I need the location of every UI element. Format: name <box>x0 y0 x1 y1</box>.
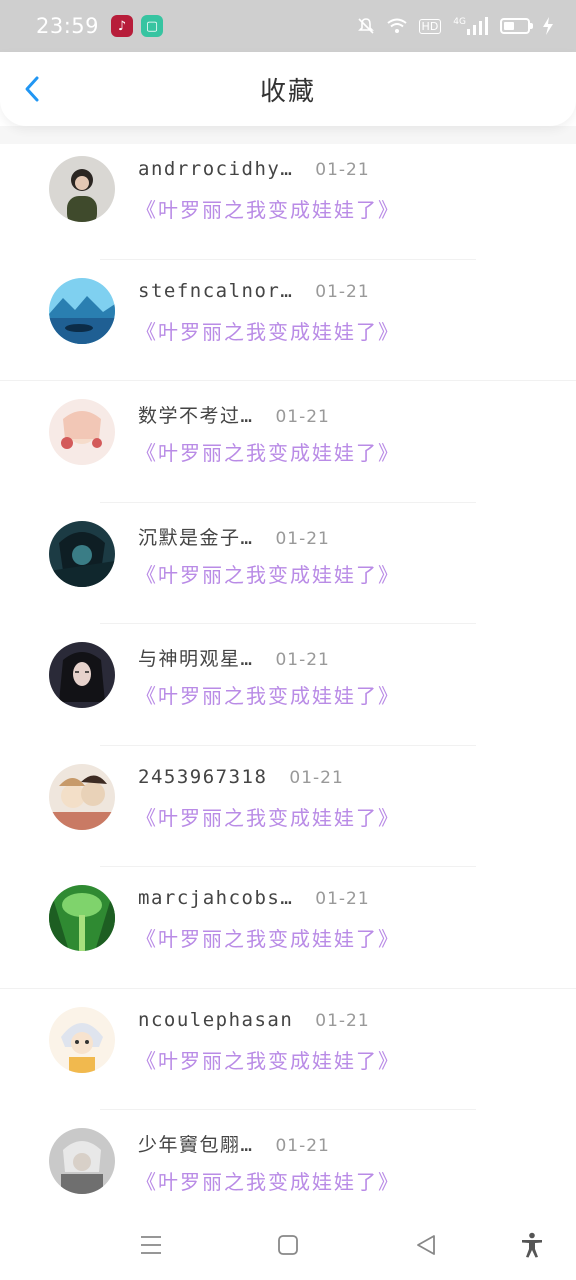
avatar[interactable] <box>49 642 115 708</box>
book-title[interactable]: 《叶罗丽之我变成娃娃了》 <box>136 437 400 466</box>
avatar[interactable] <box>49 1128 115 1194</box>
avatar[interactable] <box>49 156 115 222</box>
header-divider <box>0 126 576 144</box>
date-label: 01-21 <box>275 528 330 549</box>
mute-icon <box>357 17 375 35</box>
divider <box>100 258 476 260</box>
divider <box>0 380 576 381</box>
date-label: 01-21 <box>315 1010 370 1031</box>
user-name: 沉默是金子… <box>138 526 254 549</box>
divider <box>100 501 476 503</box>
list-item[interactable]: marcjahcobs… 01-21 《叶罗丽之我变成娃娃了》 <box>0 873 576 995</box>
avatar[interactable] <box>49 763 115 830</box>
charging-icon <box>542 17 554 35</box>
back-button[interactable] <box>18 74 48 104</box>
back-triangle-icon <box>417 1235 435 1255</box>
user-name: 数学不考过… <box>138 405 254 427</box>
user-name: marcjahcobs… <box>138 887 294 909</box>
menu-icon <box>141 1236 161 1254</box>
date-label: 01-21 <box>315 281 370 302</box>
home-button[interactable] <box>275 1232 301 1258</box>
avatar[interactable] <box>49 399 115 465</box>
accessibility-icon <box>522 1232 542 1258</box>
date-label: 01-21 <box>275 407 330 427</box>
avatar[interactable] <box>49 1006 115 1073</box>
list-item[interactable]: 2453967318 01-21 《叶罗丽之我变成娃娃了》 <box>0 752 576 874</box>
page-title: 收藏 <box>259 76 316 107</box>
list-item[interactable]: ncoulephasan 01-21 《叶罗丽之我变成娃娃了》 <box>0 995 576 1117</box>
date-label: 01-21 <box>289 767 344 788</box>
book-title[interactable]: 《叶罗丽之我变成娃娃了》 <box>136 802 400 831</box>
book-title[interactable]: 《叶罗丽之我变成娃娃了》 <box>136 923 400 952</box>
divider <box>100 623 476 624</box>
menu-button[interactable] <box>138 1232 164 1258</box>
user-name: 少年竇包翢… <box>138 1134 254 1156</box>
book-title[interactable]: 《叶罗丽之我变成娃娃了》 <box>136 316 400 345</box>
system-nav-bar <box>0 1210 576 1280</box>
date-label: 01-21 <box>275 650 330 670</box>
divider <box>100 744 476 746</box>
date-label: 01-21 <box>275 1136 330 1156</box>
user-name: 2453967318 <box>138 765 268 788</box>
divider <box>100 1109 476 1110</box>
list-item[interactable]: stefncalnor… 01-21 《叶罗丽之我变成娃娃了》 <box>0 266 576 388</box>
favorites-list: andrrocidhy… 01-21 《叶罗丽之我变成娃娃了》 stefncal… <box>0 144 576 1238</box>
status-time: 23:59 <box>36 14 100 38</box>
book-title[interactable]: 《叶罗丽之我变成娃娃了》 <box>136 559 400 588</box>
status-icons: HD 4G <box>357 17 554 35</box>
chat-app-icon: ▢ <box>141 15 164 37</box>
divider <box>0 987 576 989</box>
user-name: andrrocidhy… <box>138 158 294 180</box>
user-name: 与神明观星… <box>138 648 254 670</box>
divider <box>100 866 476 867</box>
page-header: 收藏 <box>0 52 576 126</box>
accessibility-button[interactable] <box>519 1232 545 1258</box>
4g-signal-icon: 4G <box>453 17 488 35</box>
home-icon <box>278 1235 298 1255</box>
status-bar: 23:59 ♪ ▢ HD 4G <box>0 0 576 52</box>
hd-icon: HD <box>418 18 442 34</box>
avatar[interactable] <box>49 520 115 587</box>
wifi-icon <box>386 18 407 34</box>
list-item[interactable]: 与神明观星… 01-21 《叶罗丽之我变成娃娃了》 <box>0 630 576 752</box>
book-title[interactable]: 《叶罗丽之我变成娃娃了》 <box>136 1045 400 1074</box>
avatar[interactable] <box>49 277 115 344</box>
date-label: 01-21 <box>315 160 370 180</box>
list-item[interactable]: 数学不考过… 01-21 《叶罗丽之我变成娃娃了》 <box>0 387 576 509</box>
avatar[interactable] <box>49 885 115 951</box>
book-title[interactable]: 《叶罗丽之我变成娃娃了》 <box>136 1166 400 1195</box>
user-name: ncoulephasan <box>138 1008 294 1031</box>
list-item[interactable]: andrrocidhy… 01-21 《叶罗丽之我变成娃娃了》 <box>0 144 576 266</box>
date-label: 01-21 <box>315 889 370 909</box>
book-title[interactable]: 《叶罗丽之我变成娃娃了》 <box>136 194 400 223</box>
list-item[interactable]: 沉默是金子… 01-21 《叶罗丽之我变成娃娃了》 <box>0 509 576 631</box>
chevron-left-icon <box>25 76 39 102</box>
book-title[interactable]: 《叶罗丽之我变成娃娃了》 <box>136 680 400 709</box>
battery-icon <box>500 18 533 34</box>
user-name: stefncalnor… <box>138 279 294 302</box>
tiktok-icon: ♪ <box>111 15 134 37</box>
back-nav-button[interactable] <box>413 1232 439 1258</box>
